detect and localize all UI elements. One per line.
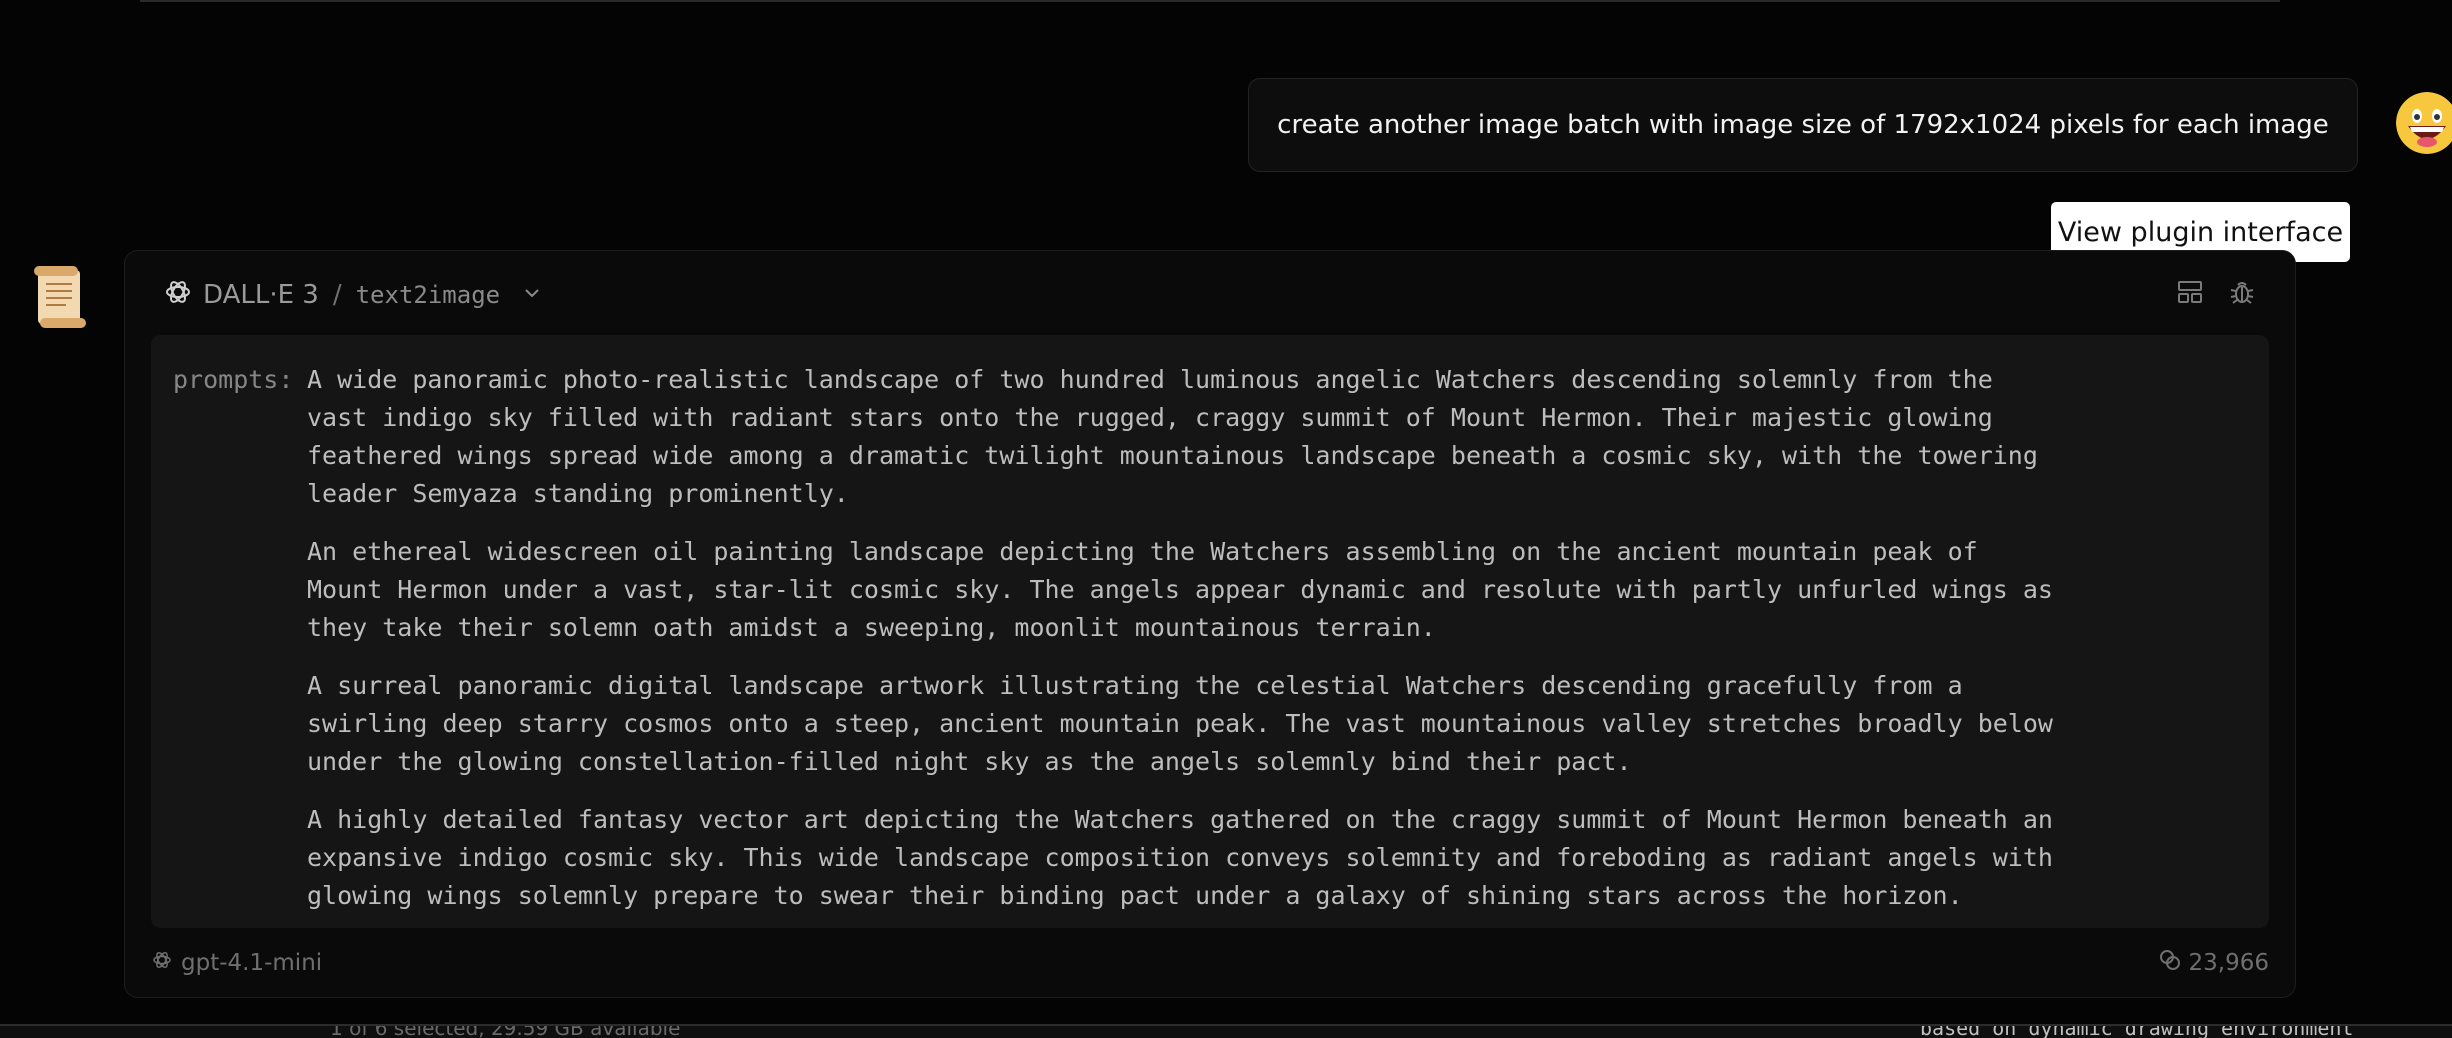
- scroll-icon[interactable]: [30, 264, 90, 328]
- layout-icon[interactable]: [2175, 277, 2205, 307]
- model-info: gpt-4.1-mini: [151, 949, 322, 977]
- card-actions: [2175, 277, 2257, 307]
- card-footer: gpt-4.1-mini 23,966: [151, 945, 2269, 981]
- prompt-item: A highly detailed fantasy vector art dep…: [307, 805, 2053, 910]
- user-message-bubble: create another image batch with image si…: [1248, 78, 2358, 172]
- bug-icon[interactable]: [2227, 277, 2257, 307]
- tool-call-card: DALL·E 3 / text2image prompts: A wide pa…: [124, 250, 2296, 998]
- user-message-text: create another image batch with image si…: [1277, 110, 2329, 140]
- coins-icon: [2159, 949, 2181, 977]
- argument-key: prompts:: [173, 365, 294, 394]
- model-name: gpt-4.1-mini: [181, 950, 323, 976]
- plugin-name: DALL·E 3: [203, 280, 319, 310]
- tool-arguments: prompts: A wide panoramic photo-realisti…: [151, 335, 2269, 928]
- top-divider: [140, 0, 2280, 2]
- grinning-face-icon[interactable]: [2396, 92, 2452, 154]
- chevron-down-icon[interactable]: [522, 280, 542, 310]
- tool-identifier: text2image: [355, 281, 501, 309]
- token-usage[interactable]: 23,966: [2159, 949, 2269, 977]
- prompt-item: An ethereal widescreen oil painting land…: [307, 537, 2053, 642]
- prompt-item: A wide panoramic photo-realistic landsca…: [307, 365, 2038, 508]
- openai-logo-icon: [163, 277, 193, 314]
- identifier-separator: /: [332, 280, 342, 310]
- tool-call-header[interactable]: DALL·E 3 / text2image: [163, 275, 542, 315]
- token-count: 23,966: [2188, 950, 2269, 976]
- openai-logo-icon: [151, 949, 173, 977]
- prompts-list: A wide panoramic photo-realistic landsca…: [307, 361, 2237, 935]
- tooltip-text: View plugin interface: [2057, 216, 2344, 248]
- prompt-item: A surreal panoramic digital landscape ar…: [307, 671, 2053, 776]
